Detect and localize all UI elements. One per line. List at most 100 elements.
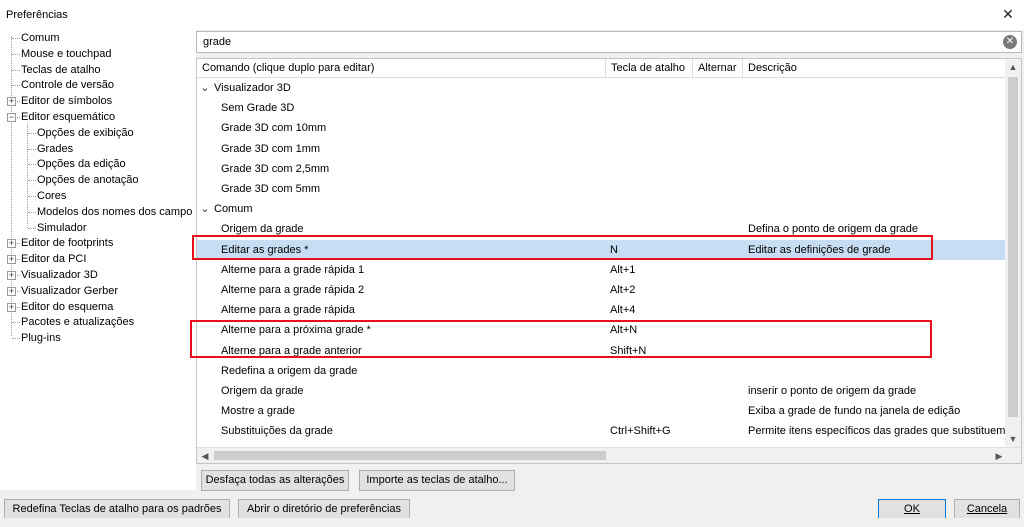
table-group-row[interactable]: ⌄ Comum — [197, 199, 1007, 219]
table-row[interactable]: Redefina a origem da grade — [197, 361, 1007, 381]
tree-connector — [12, 53, 20, 55]
cell-command: Visualizador 3D — [214, 82, 291, 94]
search-value: grade — [203, 36, 232, 48]
import-hotkeys-button[interactable]: Importe as teclas de atalho... — [359, 470, 515, 491]
cell-hotkey: Alt+2 — [610, 284, 636, 296]
tree-item[interactable]: Simulador — [0, 220, 196, 236]
scroll-up-icon[interactable]: ▲ — [1005, 59, 1021, 75]
close-icon[interactable]: ✕ — [1000, 6, 1016, 22]
tree-item-label: Editor da PCI — [21, 253, 87, 266]
tree-item-label: Visualizador 3D — [21, 269, 98, 281]
scroll-down-icon[interactable]: ▼ — [1005, 431, 1021, 447]
tree-item[interactable]: − Editor esquemático — [0, 109, 196, 125]
cell-command: Substituições da grade — [221, 425, 333, 438]
tree-item[interactable]: Controle de versão — [0, 77, 196, 93]
scroll-left-icon[interactable]: ◀ — [197, 448, 213, 463]
expand-icon[interactable]: + — [7, 286, 16, 296]
expand-icon[interactable]: + — [7, 302, 16, 312]
cell-hotkey: Ctrl+Shift+G — [610, 425, 671, 438]
table-row[interactable]: Alterne para a grade rápida Alt+4 — [197, 300, 1007, 320]
chevron-down-icon[interactable]: ⌄ — [200, 199, 210, 219]
table-row[interactable]: Origem da grade inserir o ponto de origem… — [197, 381, 1007, 401]
cell-hotkey: Alt+1 — [610, 263, 636, 276]
tree-item-label: Editor de símbolos — [21, 95, 113, 108]
tree-item[interactable]: Opções de anotação — [0, 172, 196, 188]
horizontal-scrollbar[interactable]: ◀ ▶ — [197, 447, 1021, 463]
table-row[interactable]: Substituições da grade Ctrl+Shift+G Permit… — [197, 421, 1008, 441]
cell-description: Permite itens específicos das grades que… — [748, 425, 1008, 438]
bottom-edge — [0, 518, 1024, 527]
tree-item[interactable]: Modelos dos nomes dos campo — [0, 204, 196, 220]
tree-item-label: Modelos dos nomes dos campo — [37, 205, 193, 218]
tree-item[interactable]: Opções de exibição — [0, 125, 196, 141]
open-preferences-dir-button[interactable]: Abrir o diretório de preferências — [238, 499, 410, 520]
column-header-description[interactable]: Descrição — [743, 59, 1007, 78]
tree-item[interactable]: + Editor do esquema — [0, 299, 196, 315]
column-header-command[interactable]: Comando (clique duplo para editar) — [197, 59, 606, 78]
tree-item-label: Editor de footprints — [21, 237, 114, 250]
table-row[interactable]: Grade 3D com 5mm — [197, 179, 1007, 199]
tree-item[interactable]: Mouse e touchpad — [0, 46, 196, 62]
search-input[interactable]: grade ✕ — [196, 31, 1022, 53]
clear-icon[interactable]: ✕ — [1003, 35, 1017, 49]
table-header: Comando (clique duplo para editar) Tecla… — [197, 59, 1007, 78]
table-row[interactable]: Alterne para a grade rápida 1 Alt+1 — [197, 260, 1007, 280]
tree-item-label: Opções de anotação — [37, 174, 139, 187]
cell-command: Grade 3D com 5mm — [221, 183, 321, 195]
tree-item-label: Comum — [21, 32, 60, 44]
tree-item[interactable]: Plug-ins — [0, 330, 196, 346]
tree-item[interactable]: Grades — [0, 141, 196, 157]
column-header-alternate[interactable]: Alternar — [693, 59, 743, 78]
highlight-box-grid-switch — [190, 320, 932, 358]
tree-connector — [12, 322, 20, 324]
table-row[interactable]: Grade 3D com 1mm — [197, 139, 1007, 159]
chevron-down-icon[interactable]: ⌄ — [200, 78, 210, 98]
table-row[interactable]: Grade 3D com 10mm — [197, 118, 1007, 138]
expand-icon[interactable]: + — [7, 255, 16, 265]
tree-item[interactable]: Opções da edição — [0, 156, 196, 172]
tree-connector — [28, 180, 36, 182]
vertical-scrollbar[interactable]: ▲ ▼ — [1005, 59, 1021, 447]
title-bar: Preferências ✕ — [0, 0, 1024, 30]
tree-item[interactable]: Cores — [0, 188, 196, 204]
tree-item[interactable]: + Editor de símbolos — [0, 93, 196, 109]
expand-icon[interactable]: + — [7, 239, 16, 249]
table-group-row[interactable]: ⌄ Visualizador 3D — [197, 78, 1007, 98]
tree-item-label: Mouse e touchpad — [21, 47, 112, 60]
tree-item[interactable]: + Editor de footprints — [0, 235, 196, 251]
tree-connector — [12, 85, 20, 87]
cancel-button[interactable]: Cancela — [954, 499, 1020, 520]
undo-all-button[interactable]: Desfaça todas as alterações — [201, 470, 349, 491]
tree-item[interactable]: Teclas de atalho — [0, 62, 196, 78]
tree-item[interactable]: Comum — [0, 30, 196, 46]
tree-item[interactable]: + Visualizador Gerber — [0, 283, 196, 299]
column-header-hotkey[interactable]: Tecla de atalho — [606, 59, 693, 78]
tree-connector — [28, 227, 36, 229]
tree-connector — [28, 211, 36, 213]
table-row[interactable]: Alterne para a grade rápida 2 Alt+2 — [197, 280, 1007, 300]
tree-item[interactable]: + Editor da PCI — [0, 251, 196, 267]
ok-label: OK — [904, 503, 920, 515]
tree-item[interactable]: Pacotes e atualizações — [0, 314, 196, 330]
tree-item-label: Editor do esquema — [21, 300, 114, 313]
expand-icon[interactable]: + — [7, 271, 16, 280]
tree-item-label: Visualizador Gerber — [21, 284, 119, 297]
collapse-icon[interactable]: − — [7, 113, 16, 122]
cell-command: Mostre a grade — [221, 405, 295, 418]
table-row[interactable]: Grade 3D com 2,5mm — [197, 159, 1007, 179]
table-row[interactable]: Mostre a grade Exiba a grade de fundo na … — [197, 401, 1007, 421]
ok-button[interactable]: OK — [878, 499, 946, 520]
tree-item-label: Plug-ins — [21, 332, 61, 345]
cell-command: Redefina a origem da grade — [221, 364, 358, 377]
tree-item[interactable]: + Visualizador 3D — [0, 267, 196, 283]
expand-icon[interactable]: + — [7, 97, 16, 107]
tree-connector — [12, 338, 20, 340]
reset-hotkeys-button[interactable]: Redefina Teclas de atalho para os padrõe… — [4, 499, 230, 520]
scroll-right-icon[interactable]: ▶ — [991, 448, 1007, 463]
horizontal-scroll-thumb[interactable] — [214, 451, 606, 460]
vertical-scroll-thumb[interactable] — [1008, 77, 1018, 417]
tree-connector — [28, 196, 36, 197]
table-row[interactable]: Sem Grade 3D — [197, 98, 1007, 118]
tree-connector — [12, 38, 20, 39]
tree-item-label: Teclas de atalho — [21, 63, 101, 76]
